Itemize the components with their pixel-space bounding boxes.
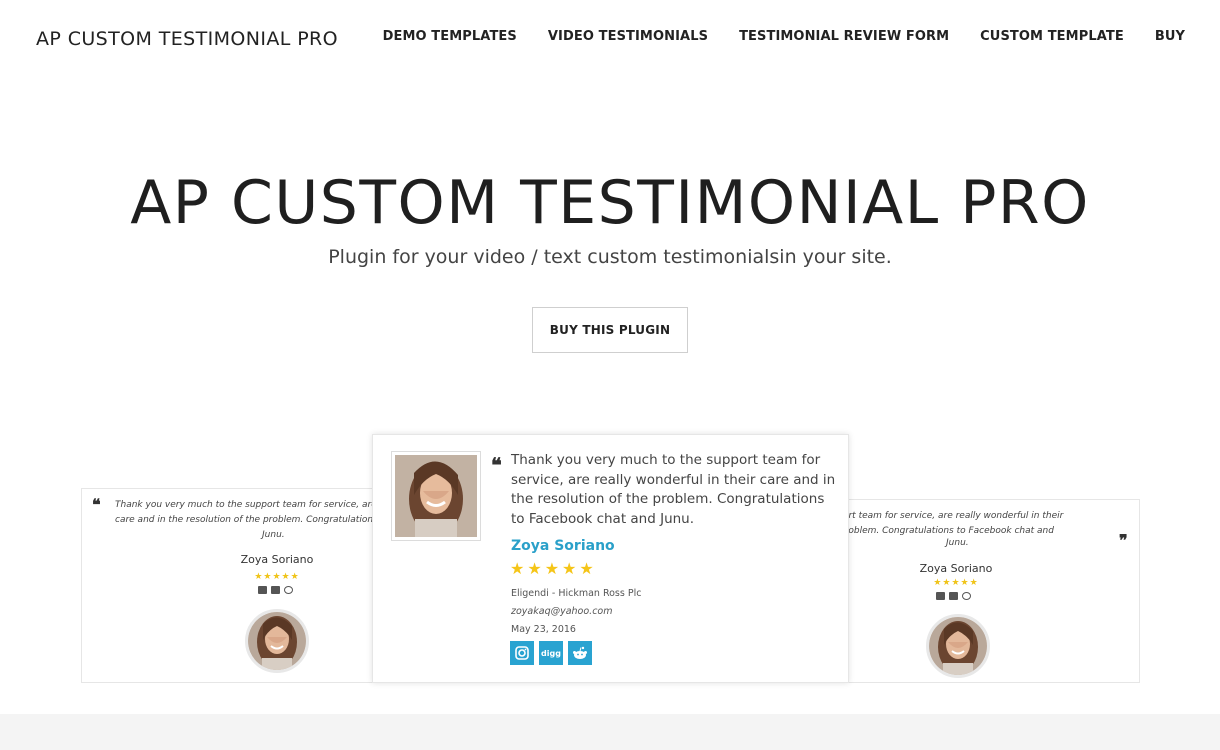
avatar xyxy=(245,609,309,673)
nav-demo-templates[interactable]: DEMO TEMPLATES xyxy=(383,29,517,44)
testimonial-text-line: Thank you very much to the support team … xyxy=(115,500,380,510)
testimonial-text-line: Junu. xyxy=(262,530,285,540)
rating-stars: ★★★★★ xyxy=(510,559,597,578)
social-icons xyxy=(936,592,971,600)
quote-close-icon: ❞ xyxy=(1119,531,1128,550)
social-icons: digg xyxy=(510,641,592,665)
digg-icon[interactable] xyxy=(271,586,280,594)
social-icons xyxy=(258,586,293,594)
nav-custom-template[interactable]: CUSTOM TEMPLATE xyxy=(980,29,1124,44)
digg-icon[interactable] xyxy=(949,592,958,600)
testimonial-card-left: ❝ Thank you very much to the support tea… xyxy=(81,488,381,683)
testimonial-card-right: Thank you very much to the support team … xyxy=(840,499,1140,683)
instagram-icon[interactable] xyxy=(258,586,267,594)
hero-subtitle: Plugin for your video / text custom test… xyxy=(328,246,892,268)
reddit-icon[interactable] xyxy=(284,586,293,594)
instagram-icon[interactable] xyxy=(510,641,534,665)
rating-stars: ★★★★★ xyxy=(254,572,300,582)
avatar-photo xyxy=(395,455,477,537)
testimonial-email: zoyakaq@yahoo.com xyxy=(511,606,613,617)
reddit-icon[interactable] xyxy=(962,592,971,600)
instagram-icon[interactable] xyxy=(936,592,945,600)
testimonial-author-name: Zoya Soriano xyxy=(240,553,314,566)
quote-open-icon: ❝ xyxy=(92,495,101,514)
testimonial-card-featured: ❝ Thank you very much to the support tea… xyxy=(372,434,849,683)
buy-plugin-button[interactable]: BUY THIS PLUGIN xyxy=(532,307,688,353)
testimonial-text-line: Thank you very much to the support team … xyxy=(841,511,1064,521)
quote-open-icon: ❝ xyxy=(491,453,502,477)
nav-video-testimonials[interactable]: VIDEO TESTIMONIALS xyxy=(548,29,708,44)
testimonial-date: May 23, 2016 xyxy=(511,624,576,635)
testimonial-author-name: Zoya Soriano xyxy=(919,562,993,575)
reddit-icon[interactable] xyxy=(568,641,592,665)
hero-title: AP CUSTOM TESTIMONIAL PRO xyxy=(130,168,1090,238)
testimonial-author-name: Zoya Soriano xyxy=(511,538,615,554)
avatar xyxy=(926,614,990,678)
site-header: AP CUSTOM TESTIMONIAL PRO DEMO TEMPLATES… xyxy=(0,0,1220,80)
avatar xyxy=(391,451,481,541)
footer-band xyxy=(0,714,1220,750)
testimonial-text-line: Junu. xyxy=(946,538,969,548)
digg-icon[interactable]: digg xyxy=(539,641,563,665)
testimonial-company: Eligendi - Hickman Ross Plc xyxy=(511,588,642,599)
nav-buy[interactable]: BUY xyxy=(1155,29,1185,44)
testimonial-text: Thank you very much to the support team … xyxy=(511,452,836,527)
rating-stars: ★★★★★ xyxy=(933,578,979,588)
nav-testimonial-review-form[interactable]: TESTIMONIAL REVIEW FORM xyxy=(739,29,949,44)
site-brand[interactable]: AP CUSTOM TESTIMONIAL PRO xyxy=(36,28,338,50)
testimonial-text-line: care and in the resolution of the proble… xyxy=(115,515,380,525)
main-nav: DEMO TEMPLATES VIDEO TESTIMONIALS TESTIM… xyxy=(352,29,1185,44)
